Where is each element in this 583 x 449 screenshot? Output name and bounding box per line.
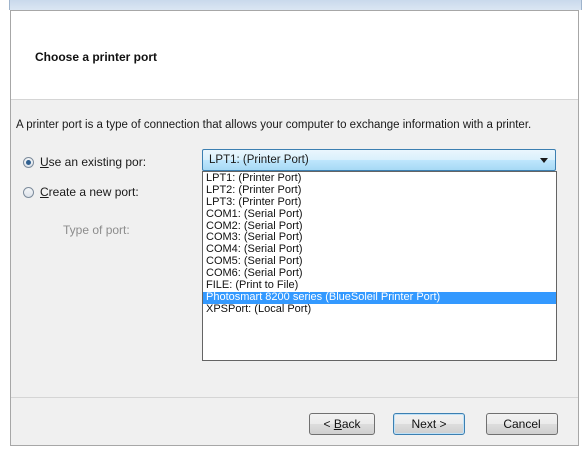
create-new-port-label[interactable]: Create a new port: [40,185,139,199]
port-option[interactable]: XPSPort: (Local Port) [203,303,556,316]
type-of-port-label: Type of port: [63,223,130,237]
use-existing-port-radio[interactable] [23,156,34,168]
port-option[interactable]: LPT3: (Printer Port) [203,196,556,209]
create-new-port-radio[interactable] [23,186,34,198]
use-existing-port-option[interactable]: Use an existing por: [23,155,146,169]
port-option[interactable]: LPT2: (Printer Port) [203,184,556,197]
description-text: A printer port is a type of connection t… [16,119,532,131]
cancel-button[interactable]: Cancel [486,413,558,435]
footer-divider [11,397,578,398]
dialog-header: Choose a printer port [11,11,578,100]
window-frame-top [9,0,582,10]
port-dropdown-list[interactable]: LPT1: (Printer Port) LPT2: (Printer Port)… [202,171,557,361]
port-option[interactable]: Photosmart 8200 series (BlueSoleil Print… [203,291,556,304]
use-existing-port-label[interactable]: Use an existing por: [40,155,146,169]
port-select-value: LPT1: (Printer Port) [209,154,309,166]
next-button[interactable]: Next > [393,413,465,435]
port-select[interactable]: LPT1: (Printer Port) [202,149,556,171]
page-title: Choose a printer port [35,50,158,64]
create-new-port-option[interactable]: Create a new port: [23,185,139,199]
port-option[interactable]: COM1: (Serial Port) [203,208,556,221]
chevron-down-icon[interactable] [540,158,548,163]
back-button[interactable]: < Back [309,413,375,435]
